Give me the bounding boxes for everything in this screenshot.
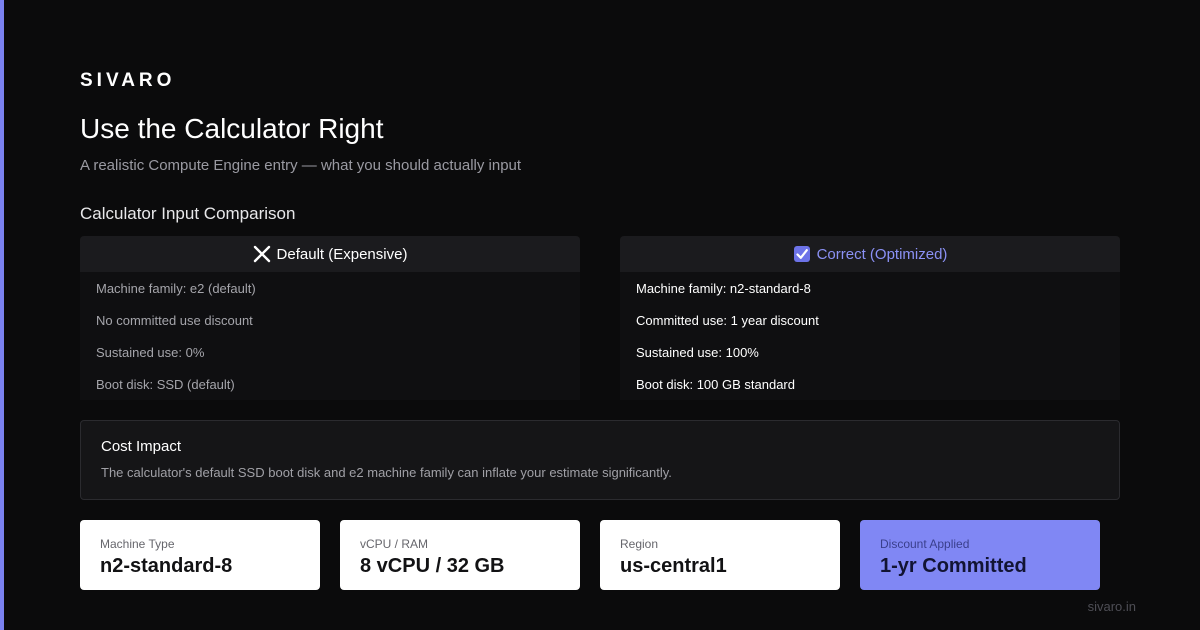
stat-card-vcpu-ram: vCPU / RAM 8 vCPU / 32 GB: [340, 520, 580, 590]
default-panel: Default (Expensive) Machine family: e2 (…: [80, 236, 580, 400]
x-icon: [253, 245, 271, 263]
page-subtitle: A realistic Compute Engine entry — what …: [80, 157, 522, 174]
default-panel-header: Default (Expensive): [80, 236, 580, 272]
correct-row-committed-use: Committed use: 1 year discount: [636, 312, 819, 328]
default-row-boot-disk: Boot disk: SSD (default): [96, 376, 235, 392]
stat-value: n2-standard-8: [100, 555, 233, 577]
slide: SIVARO Use the Calculator Right A realis…: [0, 0, 1200, 630]
footer-url: sivaro.in: [1087, 599, 1136, 614]
default-row-committed-use: No committed use discount: [96, 312, 253, 328]
cost-impact-text: The calculator's default SSD boot disk a…: [101, 465, 672, 480]
check-box-icon: [793, 245, 811, 263]
stat-card-discount: Discount Applied 1-yr Committed: [860, 520, 1100, 590]
default-row-sustained-use: Sustained use: 0%: [96, 344, 205, 360]
default-panel-rows: Machine family: e2 (default) No committe…: [80, 272, 580, 400]
correct-panel: Correct (Optimized) Machine family: n2-s…: [620, 236, 1120, 400]
stat-value: 1-yr Committed: [880, 555, 1027, 577]
stat-label: Discount Applied: [880, 537, 970, 551]
default-panel-label: Default (Expensive): [276, 245, 408, 263]
correct-panel-label: Correct (Optimized): [816, 245, 948, 263]
stat-card-region: Region us-central1: [600, 520, 840, 590]
cost-impact-box: Cost Impact The calculator's default SSD…: [80, 420, 1120, 500]
cost-impact-title: Cost Impact: [101, 438, 182, 455]
stat-label: Region: [620, 537, 659, 551]
correct-row-machine-family: Machine family: n2-standard-8: [636, 280, 811, 296]
brand-logo: SIVARO: [80, 70, 176, 91]
correct-row-boot-disk: Boot disk: 100 GB standard: [636, 376, 795, 392]
stat-value: 8 vCPU / 32 GB: [360, 555, 505, 577]
correct-panel-rows: Machine family: n2-standard-8 Committed …: [620, 272, 1120, 400]
correct-panel-header: Correct (Optimized): [620, 236, 1120, 272]
default-row-machine-family: Machine family: e2 (default): [96, 280, 256, 296]
stat-label: Machine Type: [100, 537, 175, 551]
stat-label: vCPU / RAM: [360, 537, 429, 551]
correct-row-sustained-use: Sustained use: 100%: [636, 344, 759, 360]
stat-value: us-central1: [620, 555, 727, 577]
accent-bar: [0, 0, 4, 630]
page-title: Use the Calculator Right: [80, 113, 384, 144]
stat-card-machine-type: Machine Type n2-standard-8: [80, 520, 320, 590]
section-heading: Calculator Input Comparison: [80, 204, 296, 223]
